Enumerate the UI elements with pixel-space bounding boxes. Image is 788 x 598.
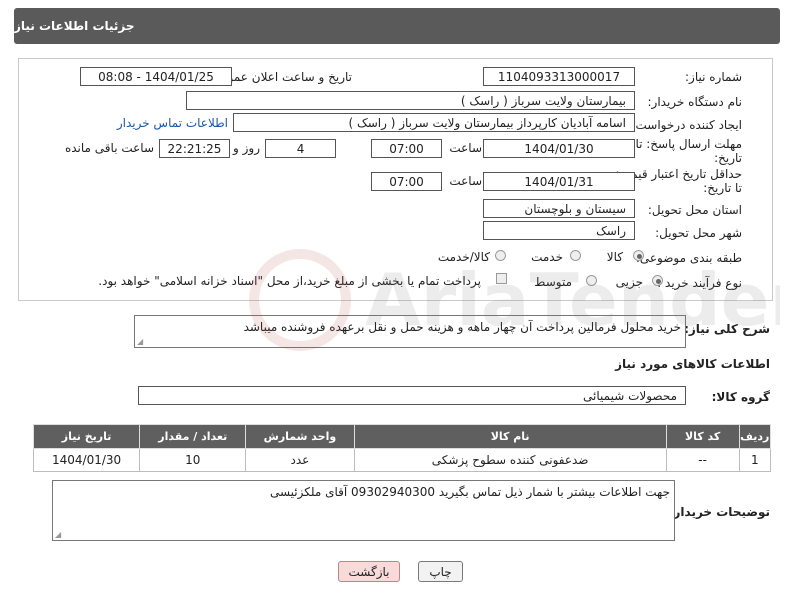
description-text: خرید محلول فرمالین پرداخت آن چهار ماهه و… — [243, 320, 681, 334]
cell-row: 1 — [738, 448, 772, 472]
page-header: جزئیات اطلاعات نیاز — [14, 8, 780, 44]
cell-date: 1404/01/30 — [32, 448, 141, 472]
description-label: شرح کلی نیاز: — [684, 322, 770, 336]
back-button[interactable]: بازگشت — [338, 561, 400, 582]
province-label: استان محل تحویل: — [647, 203, 742, 217]
process-minor-label: جزیی — [615, 275, 643, 289]
days-remaining-field[interactable]: 4 — [265, 139, 336, 158]
category-label: طبقه بندی موضوعی: — [635, 251, 742, 265]
requester-field[interactable]: اسامه آبادیان کارپرداز بیمارستان ولایت س… — [233, 113, 635, 132]
category-goods-service-label: کالا/خدمت — [437, 250, 490, 264]
city-field[interactable]: راسک — [483, 221, 635, 240]
goods-group-field[interactable]: محصولات شیمیائی — [138, 386, 686, 405]
requester-label: ایجاد کننده درخواست: — [631, 118, 742, 132]
deadline-date-field[interactable]: 1404/01/30 — [483, 139, 635, 158]
category-goods-radio[interactable] — [633, 250, 644, 261]
treasury-payment-checkbox[interactable] — [496, 273, 507, 284]
process-minor-radio[interactable] — [652, 275, 663, 286]
col-date: تاریخ نیاز — [32, 424, 141, 449]
province-field[interactable]: سیستان و بلوچستان — [483, 199, 635, 218]
col-row: ردیف — [738, 424, 772, 449]
buyer-org-label: نام دستگاه خریدار: — [647, 95, 743, 109]
remaining-time-field[interactable]: 22:21:25 — [159, 139, 230, 158]
category-service-radio[interactable] — [570, 250, 581, 261]
description-textarea[interactable]: خرید محلول فرمالین پرداخت آن چهار ماهه و… — [134, 315, 686, 348]
city-label: شهر محل تحویل: — [655, 226, 742, 240]
validity-time-label: ساعت — [449, 174, 482, 188]
category-goods-label: کالا — [606, 250, 623, 264]
col-unit: واحد شمارش — [245, 424, 355, 449]
cell-code: -- — [665, 448, 740, 472]
process-medium-label: متوسط — [534, 275, 572, 289]
need-number-field[interactable]: 1104093313000017 — [483, 67, 635, 86]
process-medium-radio[interactable] — [586, 275, 597, 286]
treasury-payment-note: پرداخت تمام یا بخشی از مبلغ خرید،از محل … — [98, 274, 481, 288]
category-goods-service-radio[interactable] — [495, 250, 506, 261]
goods-group-label: گروه کالا: — [711, 390, 770, 404]
remaining-time-label: ساعت باقی مانده — [64, 141, 154, 155]
col-code: کد کالا — [665, 424, 740, 449]
col-name: نام کالا — [353, 424, 667, 449]
col-qty: تعداد / مقدار — [139, 424, 247, 449]
process-type-label: نوع فرآیند خرید : — [657, 276, 742, 290]
deadline-time-field[interactable]: 07:00 — [371, 139, 442, 158]
cell-name: ضدعفونی کننده سطوح پزشکی — [353, 448, 667, 472]
cell-unit: عدد — [245, 448, 355, 472]
buyer-org-field[interactable]: بیمارستان ولایت سرباز ( راسک ) — [186, 91, 635, 110]
deadline-label-line2: تاریخ: — [714, 151, 742, 165]
buyer-notes-text: جهت اطلاعات بیشتر با شمار ذیل تماس بگیری… — [269, 485, 670, 499]
goods-section-title: اطلاعات کالاهای مورد نیاز — [615, 357, 770, 371]
goods-table-header: ردیف کد کالا نام کالا واحد شمارش تعداد /… — [32, 424, 772, 449]
announce-date-field[interactable]: 1404/01/25 - 08:08 — [80, 67, 232, 86]
category-service-label: خدمت — [531, 250, 563, 264]
deadline-label-line1: مهلت ارسال پاسخ: تا — [635, 137, 742, 151]
resize-grip-icon[interactable]: ◢ — [55, 530, 61, 539]
validity-label-line2: تا تاریخ: — [703, 181, 742, 195]
buyer-notes-label: توضیحات خریدار: — [668, 505, 770, 519]
page-title: جزئیات اطلاعات نیاز — [14, 19, 135, 33]
resize-grip-icon[interactable]: ◢ — [137, 337, 143, 346]
goods-table: ردیف کد کالا نام کالا واحد شمارش تعداد /… — [32, 424, 772, 472]
buyer-contact-link[interactable]: اطلاعات تماس خریدار — [117, 116, 228, 130]
need-number-label: شماره نیاز: — [685, 70, 742, 84]
days-label: روز و — [233, 141, 260, 155]
print-button[interactable]: چاپ — [418, 561, 463, 582]
buyer-notes-textarea[interactable]: جهت اطلاعات بیشتر با شمار ذیل تماس بگیری… — [52, 480, 675, 541]
deadline-time-label: ساعت — [449, 141, 482, 155]
table-row[interactable]: 1 -- ضدعفونی کننده سطوح پزشکی عدد 10 140… — [32, 448, 772, 472]
validity-time-field[interactable]: 07:00 — [371, 172, 442, 191]
cell-qty: 10 — [139, 448, 247, 472]
validity-date-field[interactable]: 1404/01/31 — [483, 172, 635, 191]
